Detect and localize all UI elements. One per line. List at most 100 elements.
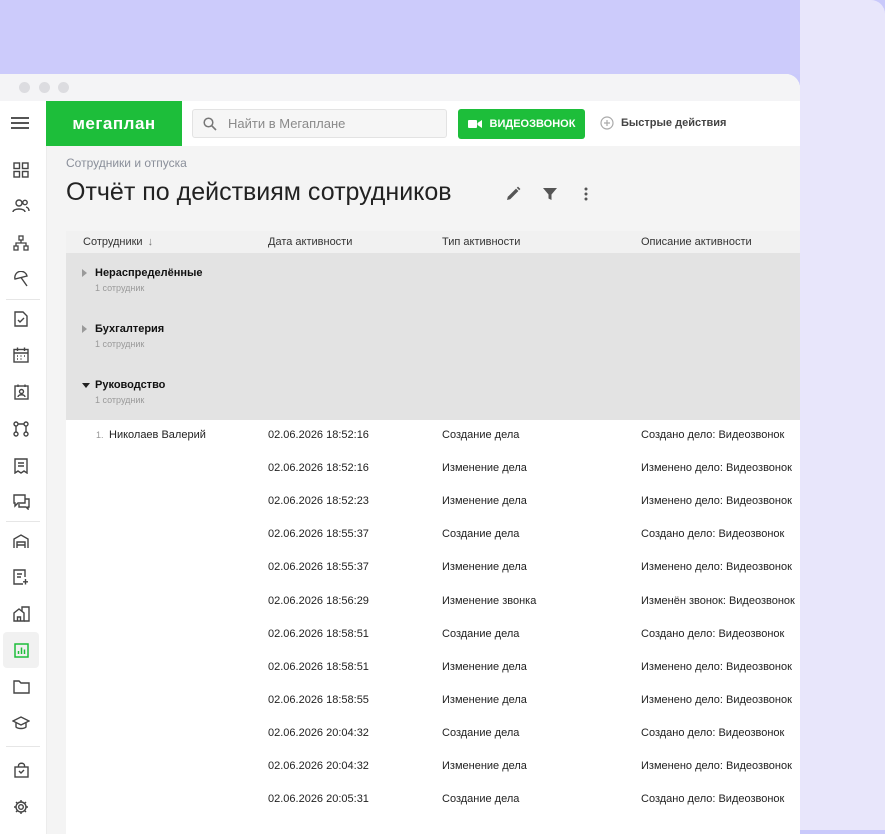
sidebar-item-education[interactable] — [3, 705, 39, 741]
report-table: Сотрудники ↓ Дата активности Тип активно… — [66, 231, 800, 834]
sidebar-item-settings[interactable] — [3, 789, 39, 825]
video-call-label: ВИДЕОЗВОНОК — [489, 118, 576, 130]
activity-date-cell: 02.06.2026 18:56:29 — [268, 594, 369, 607]
activity-type-cell: Изменение звонка — [442, 594, 537, 607]
megaplan-logo[interactable]: мегаплан — [46, 101, 182, 146]
sidebar-item-tasks[interactable] — [3, 301, 39, 337]
quick-actions-button[interactable]: Быстрые действия — [600, 116, 726, 130]
activity-description-cell: Изменён звонок: Видеозвонок — [641, 594, 795, 607]
column-header-activity-type[interactable]: Тип активности — [442, 236, 520, 248]
activity-description-cell: Изменено дело: Видеозвонок — [641, 693, 792, 706]
sidebar-item-calendar[interactable] — [3, 337, 39, 373]
activity-date-cell: 02.06.2026 18:58:55 — [268, 693, 369, 706]
activity-description-cell: Создано дело: Видеозвонок — [641, 627, 785, 640]
background-top — [0, 0, 885, 74]
warehouse-icon — [13, 534, 29, 548]
activity-type-cell: Изменение дела — [442, 495, 527, 508]
calendar-icon — [13, 347, 29, 363]
activity-description-cell: Изменено дело: Видеозвонок — [641, 462, 792, 475]
activity-date-cell: 02.06.2026 18:58:51 — [268, 627, 369, 640]
activity-description-cell: Изменено дело: Видеозвонок — [641, 760, 792, 772]
breadcrumb[interactable]: Сотрудники и отпуска — [66, 156, 187, 170]
page-title: Отчёт по действиям сотрудников — [66, 178, 452, 206]
employee-name[interactable]: Николаев Валерий — [109, 429, 206, 441]
real-estate-icon — [12, 606, 30, 622]
sidebar-item-documents[interactable] — [3, 559, 39, 595]
workflow-icon — [13, 421, 29, 437]
activity-date-cell: 02.06.2026 18:52:16 — [268, 429, 369, 441]
hamburger-menu-icon[interactable] — [9, 114, 31, 134]
sidebar-divider — [6, 299, 40, 300]
activity-type-cell: Изменение дела — [442, 561, 527, 574]
sidebar-item-users[interactable] — [3, 188, 39, 224]
sidebar-item-shop[interactable] — [3, 752, 39, 788]
main-content: Сотрудники и отпуска Отчёт по действиям … — [47, 146, 800, 834]
users-icon — [12, 199, 30, 213]
sidebar-item-warehouse[interactable] — [3, 523, 39, 559]
table-row[interactable]: 02.06.2026 18:56:29 Изменение звонка Измен… — [66, 595, 800, 628]
table-row[interactable]: 02.06.2026 18:58:51 Создание дела Создано … — [66, 628, 800, 661]
column-header-activity-date[interactable]: Дата активности — [268, 236, 352, 248]
activity-date-cell: 02.06.2026 18:52:23 — [268, 495, 369, 508]
folder-icon — [12, 680, 30, 694]
column-header-employees[interactable]: Сотрудники ↓ — [83, 236, 153, 248]
reports-icon — [13, 642, 29, 658]
table-row[interactable]: 02.06.2026 20:04:32 Создание дела Создано … — [66, 727, 800, 760]
activity-date-cell: 02.06.2026 20:05:31 — [268, 793, 369, 806]
sidebar-item-invoices[interactable] — [3, 448, 39, 484]
more-options-icon[interactable] — [583, 186, 589, 202]
table-row[interactable]: 02.06.2026 18:52:23 Изменение дела Изменен… — [66, 495, 800, 528]
add-document-icon — [13, 569, 28, 585]
sidebar — [0, 146, 47, 834]
sidebar-divider — [6, 521, 40, 522]
window-dot — [19, 82, 30, 93]
app-window: мегаплан ВИДЕОЗВОНОК Быстрые действия — [0, 74, 800, 834]
shopping-bag-icon — [13, 762, 29, 778]
table-row[interactable]: 02.06.2026 20:05:31 Создание дела Создано … — [66, 793, 800, 826]
edit-pencil-icon[interactable] — [505, 186, 521, 202]
task-document-icon — [14, 311, 28, 327]
activity-type-cell: Создание дела — [442, 726, 520, 739]
sidebar-item-org-structure[interactable] — [3, 225, 39, 261]
table-row[interactable]: 02.06.2026 18:58:51 Изменение дела Изменен… — [66, 661, 800, 694]
sidebar-item-dashboard[interactable] — [3, 152, 39, 188]
sidebar-item-real-estate[interactable] — [3, 596, 39, 632]
sidebar-item-vacations[interactable] — [3, 261, 39, 297]
filter-funnel-icon[interactable] — [542, 186, 558, 202]
org-structure-icon — [13, 235, 29, 251]
sidebar-item-contacts[interactable] — [3, 374, 39, 410]
group-name: Нераспределённые — [95, 267, 203, 279]
table-row[interactable]: 02.06.2026 18:52:16 Изменение дела Изменен… — [66, 462, 800, 495]
activity-date-cell: 02.06.2026 18:55:37 — [268, 528, 369, 541]
background-right — [800, 0, 885, 830]
settings-gear-icon — [14, 800, 28, 814]
table-row[interactable]: 02.06.2026 18:55:37 Создание дела Создано … — [66, 528, 800, 561]
search-icon — [203, 117, 217, 131]
contacts-icon — [13, 384, 29, 400]
search-box[interactable] — [192, 109, 447, 138]
collapse-arrow-icon[interactable] — [82, 383, 90, 388]
table-row[interactable]: 02.06.2026 20:04:32 Изменение дела Изменен… — [66, 760, 800, 793]
expand-arrow-icon[interactable] — [82, 269, 87, 277]
activity-type-cell: Изменение дела — [442, 693, 527, 706]
window-dot — [58, 82, 69, 93]
column-label: Сотрудники — [83, 236, 143, 248]
activity-description-cell: Изменено дело: Видеозвонок — [641, 660, 792, 673]
activity-description-cell: Создано дело: Видеозвонок — [641, 528, 785, 541]
activity-type-cell: Изменение дела — [442, 760, 527, 772]
window-dot — [39, 82, 50, 93]
table-row[interactable]: 02.06.2026 18:55:37 Изменение дела Изменен… — [66, 561, 800, 594]
sidebar-item-chat[interactable] — [3, 484, 39, 520]
search-input[interactable] — [228, 110, 438, 137]
sidebar-item-reports[interactable] — [3, 632, 39, 668]
column-header-activity-description[interactable]: Описание активности — [641, 236, 752, 248]
video-call-button[interactable]: ВИДЕОЗВОНОК — [458, 109, 585, 139]
sidebar-item-workflow[interactable] — [3, 411, 39, 447]
sidebar-divider — [6, 746, 40, 747]
expand-arrow-icon[interactable] — [82, 325, 87, 333]
activity-date-cell: 02.06.2026 18:55:37 — [268, 561, 369, 574]
table-row[interactable]: 02.06.2026 18:58:55 Изменение дела Изменен… — [66, 694, 800, 727]
activity-description-cell: Создано дело: Видеозвонок — [641, 429, 785, 441]
sidebar-item-files[interactable] — [3, 669, 39, 705]
table-row[interactable]: 1. Николаев Валерий 02.06.2026 18:52:16 Соз… — [66, 429, 800, 462]
